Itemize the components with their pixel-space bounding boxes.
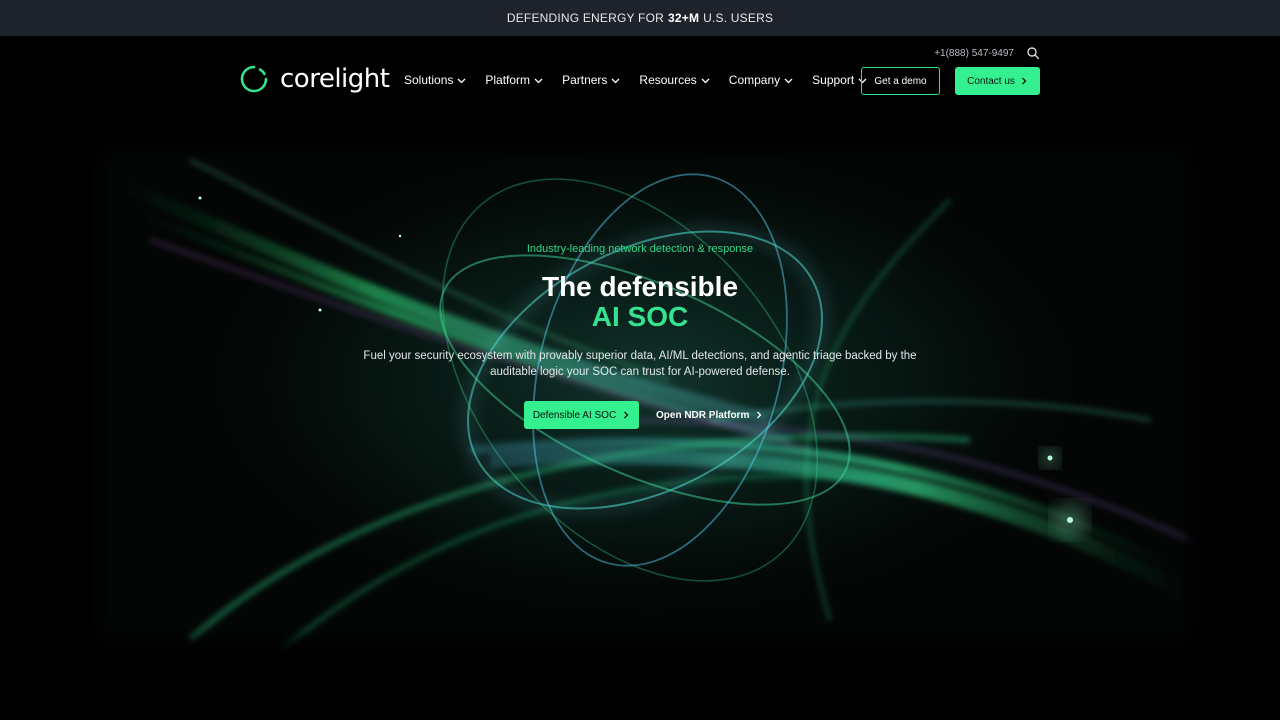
primary-cta-label: Defensible AI SOC — [532, 409, 617, 421]
nav-item-platform[interactable]: Platform — [485, 73, 543, 87]
chevron-down-icon — [701, 78, 710, 83]
corelight-logo[interactable]: corelight — [240, 64, 390, 94]
chevron-down-icon — [784, 78, 793, 83]
chevron-right-icon — [1021, 77, 1027, 85]
corelight-logo-mark-icon — [240, 65, 268, 93]
get-demo-button[interactable]: Get a demo — [861, 67, 940, 95]
secondary-cta-label: Open NDR Platform — [656, 409, 750, 421]
contact-us-button[interactable]: Contact us — [955, 67, 1040, 95]
contact-us-label: Contact us — [967, 75, 1015, 87]
main-nav: Solutions Platform Partners Resources Co… — [404, 73, 867, 87]
nav-item-support[interactable]: Support — [812, 73, 867, 87]
nav-item-company[interactable]: Company — [729, 73, 793, 87]
announcement-bar: DEFENDING ENERGY FOR 32+M U.S. USERS — [0, 0, 1280, 36]
chevron-right-icon — [757, 411, 762, 419]
hero-visual — [70, 120, 1220, 670]
utility-row: +1(888) 547-9497 — [934, 46, 1040, 60]
defensible-ai-soc-button[interactable]: Defensible AI SOC — [524, 401, 639, 429]
nav-label: Platform — [485, 73, 531, 87]
phone-link[interactable]: +1(888) 547-9497 — [934, 48, 1014, 59]
chevron-right-icon — [624, 411, 629, 419]
announcement-prefix: DEFENDING ENERGY FOR — [506, 11, 664, 25]
nav-label: Partners — [562, 73, 608, 87]
nav-item-solutions[interactable]: Solutions — [404, 73, 466, 87]
nav-label: Resources — [639, 73, 697, 87]
site-header: +1(888) 547-9497 corelight Solutions Pla… — [0, 36, 1280, 120]
nav-item-partners[interactable]: Partners — [562, 73, 620, 87]
open-ndr-platform-link[interactable]: Open NDR Platform — [656, 401, 763, 429]
nav-item-resources[interactable]: Resources — [639, 73, 710, 87]
announcement-highlight: 32+M — [667, 11, 700, 25]
announcement-suffix: U.S. USERS — [703, 11, 774, 25]
nav-label: Company — [728, 73, 781, 87]
search-icon[interactable] — [1026, 46, 1040, 60]
chevron-down-icon — [534, 78, 543, 83]
nav-label: Support — [812, 73, 855, 87]
chevron-down-icon — [457, 78, 466, 83]
light-streaks-graphic — [70, 120, 1220, 670]
nav-label: Solutions — [404, 73, 454, 87]
logo-text: corelight — [280, 64, 390, 94]
chevron-down-icon — [611, 78, 620, 83]
